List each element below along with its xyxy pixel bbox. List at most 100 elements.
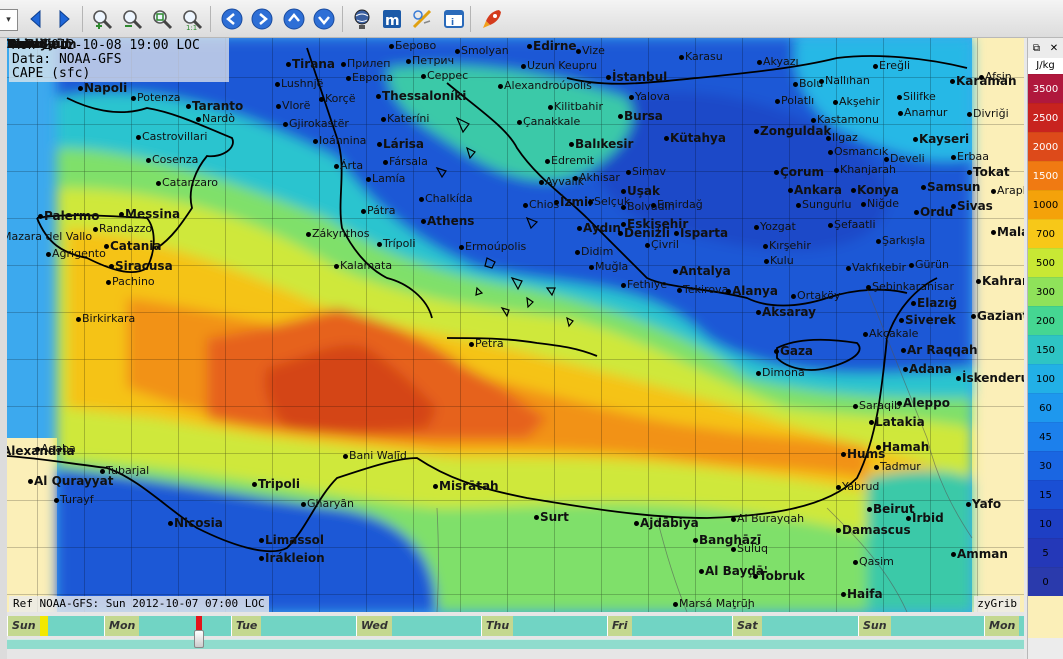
zoom-in-button[interactable] — [88, 5, 116, 33]
rocket-button[interactable] — [478, 5, 506, 33]
city-label: Cosenza — [152, 153, 199, 166]
day-segment[interactable]: Fri — [607, 616, 732, 636]
prev-button[interactable] — [22, 5, 50, 33]
city-marker — [146, 158, 151, 163]
city-label: Emirdağ — [657, 198, 703, 211]
city-marker — [377, 242, 382, 247]
city-marker — [898, 111, 903, 116]
city-label: Европа — [352, 71, 394, 84]
city-marker — [618, 231, 623, 236]
day-segment[interactable]: Mon — [984, 616, 1024, 636]
globe-button[interactable] — [348, 5, 376, 33]
legend-step: 3500 — [1028, 74, 1063, 103]
measure-icon — [412, 9, 432, 29]
day-segment[interactable]: Sun — [858, 616, 984, 636]
zoom-selection-icon — [153, 10, 173, 30]
city-label: Palermo — [44, 209, 100, 223]
legend-step: 1500 — [1028, 161, 1063, 190]
city-label: Bursa — [624, 109, 663, 123]
city-label: Ilgaz — [832, 131, 858, 144]
city-marker — [861, 202, 866, 207]
city-marker — [109, 264, 114, 269]
day-segment[interactable]: Wed — [356, 616, 481, 636]
pan-down-button[interactable] — [310, 5, 338, 33]
float-window-icon[interactable]: ⧉ — [1033, 43, 1040, 54]
city-marker — [419, 197, 424, 202]
city-label: Irákleion — [265, 551, 325, 565]
city-marker — [545, 159, 550, 164]
city-marker — [874, 465, 879, 470]
city-label: Akhisar — [579, 171, 620, 184]
city-marker — [914, 210, 919, 215]
city-marker — [903, 367, 908, 372]
city-label: Simav — [632, 165, 667, 178]
day-segment[interactable]: Sun — [7, 616, 104, 636]
legend-step: 2500 — [1028, 103, 1063, 132]
city-label: Marsá Maţrūḩ — [679, 597, 755, 610]
city-marker — [621, 205, 626, 210]
day-segment[interactable]: Tue — [231, 616, 356, 636]
city-label: Afşin — [985, 70, 1012, 83]
day-segment[interactable]: Mon — [104, 616, 231, 636]
city-marker — [106, 280, 111, 285]
city-label: Haifa — [847, 587, 883, 601]
city-marker — [951, 552, 956, 557]
city-label: Smolyan — [461, 44, 509, 57]
pan-up-button[interactable] — [280, 5, 308, 33]
meteoblue-button[interactable]: m — [378, 5, 406, 33]
city-label: Lárisa — [383, 137, 425, 151]
city-marker — [343, 454, 348, 459]
city-label: Ordu — [920, 205, 954, 219]
city-marker — [834, 168, 839, 173]
legend-step: 150 — [1028, 335, 1063, 364]
city-marker — [606, 75, 611, 80]
close-icon[interactable]: ✕ — [1050, 43, 1058, 54]
city-marker — [136, 135, 141, 140]
city-marker — [573, 176, 578, 181]
city-marker — [381, 117, 386, 122]
city-label: Uzun Keupru — [527, 59, 598, 72]
city-marker — [811, 118, 816, 123]
pan-right-button[interactable] — [248, 5, 276, 33]
measure-button[interactable] — [408, 5, 436, 33]
city-label: Ereğli — [879, 59, 911, 72]
weather-map[interactable]: Mon 2012-10-08 19:00 LOC Data: NOAA-GFS … — [7, 38, 1024, 612]
pan-left-button[interactable] — [218, 5, 246, 33]
city-marker — [46, 252, 51, 257]
city-label: Ar Raqqah — [907, 343, 978, 357]
toolbar-separator — [470, 6, 471, 32]
city-label: Çivril — [651, 238, 679, 251]
city-marker — [756, 310, 761, 315]
city-label: Tubarjal — [106, 464, 150, 477]
toolbar-separator — [82, 6, 83, 32]
city-marker — [406, 59, 411, 64]
city-label: Alexandria — [7, 444, 75, 458]
toolbar-dropdown[interactable]: ▾ — [0, 9, 18, 31]
info-window-button[interactable]: i — [440, 5, 468, 33]
city-label: Kayseri — [919, 132, 970, 146]
city-label: Beirut — [873, 502, 915, 516]
city-label: Adana — [909, 362, 952, 376]
city-marker — [754, 129, 759, 134]
city-marker — [664, 136, 669, 141]
day-segment[interactable]: Sat — [732, 616, 858, 636]
city-marker — [853, 404, 858, 409]
city-marker — [38, 214, 43, 219]
city-marker — [897, 95, 902, 100]
pan-up-icon — [283, 8, 305, 30]
zoom-selection-button[interactable] — [148, 5, 176, 33]
city-marker — [788, 188, 793, 193]
next-button[interactable] — [50, 5, 78, 33]
city-label: Mazara del Vallo — [7, 230, 93, 243]
city-marker — [319, 97, 324, 102]
city-label: Vlorë — [282, 99, 311, 112]
city-label: Trípoli — [383, 237, 416, 250]
city-label: Samsun — [927, 180, 981, 194]
time-slider-handle[interactable] — [194, 630, 204, 648]
city-marker — [956, 376, 961, 381]
time-slider-panel: Sun Mon Tue Wed Thu Fri Sat Sun Mon — [7, 612, 1024, 659]
day-segment[interactable]: Thu — [481, 616, 607, 636]
zoom-out-button[interactable] — [118, 5, 146, 33]
zoom-all-button[interactable]: 1:1 — [178, 5, 206, 33]
time-slider-track[interactable] — [7, 639, 1024, 649]
